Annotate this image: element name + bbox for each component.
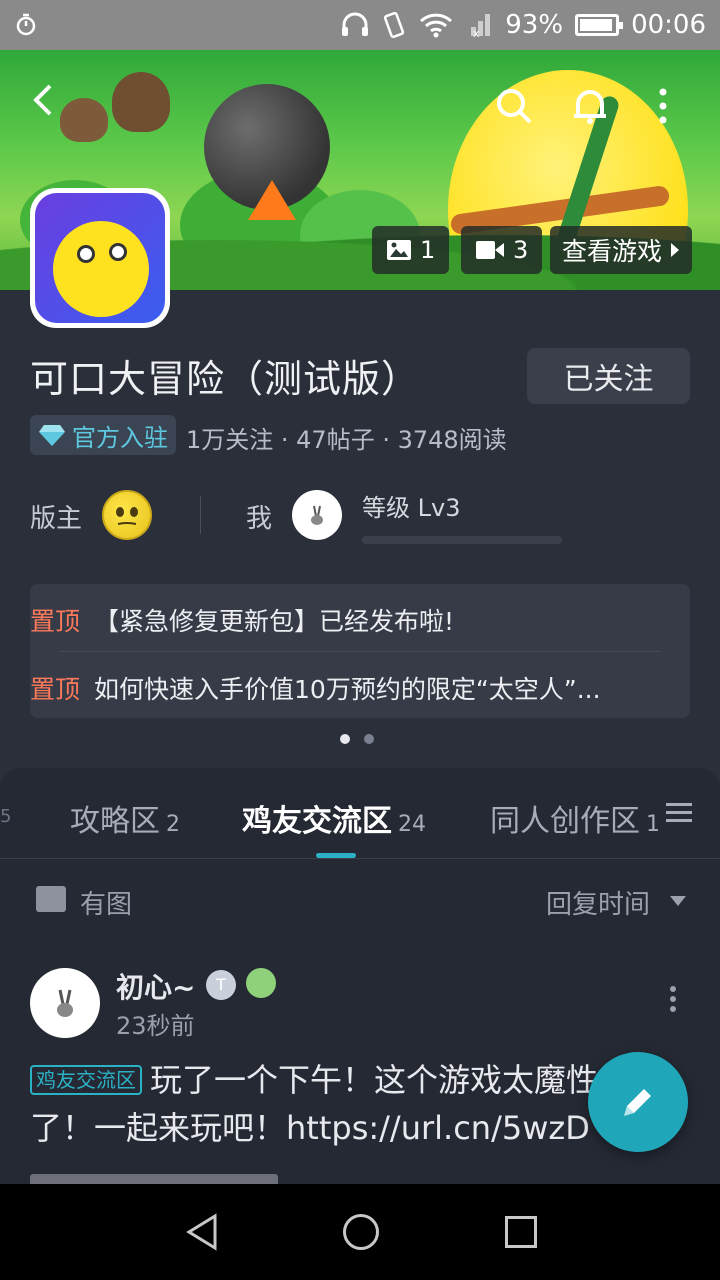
tab-partial-count: 5 xyxy=(0,806,12,827)
me-label: 我 xyxy=(246,504,273,534)
author-title-badge: T xyxy=(206,970,236,1000)
post-author-name[interactable]: 初心~ xyxy=(116,966,195,1006)
carousel-dots xyxy=(340,734,374,744)
post-author-avatar[interactable] xyxy=(30,968,100,1038)
image-filter-label[interactable]: 有图 xyxy=(80,884,132,921)
game-app-icon xyxy=(30,188,170,328)
view-game-label: 查看游戏 xyxy=(562,237,663,266)
pinned-tag: 置顶 xyxy=(30,607,81,636)
game-stats: 1万关注 · 47帖子 · 3748阅读 xyxy=(186,426,507,454)
moderator-divider xyxy=(200,496,201,534)
post-body[interactable]: 鸡友交流区 玩了一个下午！这个游戏太魔性了！一起来玩吧！https://url.c… xyxy=(30,1056,650,1152)
pinned-post-1[interactable]: 置顶 【紧急修复更新包】已经发布啦! xyxy=(30,602,630,638)
tab-menu-icon[interactable] xyxy=(660,798,692,828)
sort-dropdown-icon[interactable] xyxy=(670,896,686,906)
post-time: 23秒前 xyxy=(116,1012,195,1040)
image-icon xyxy=(387,240,411,260)
nav-back-icon[interactable] xyxy=(184,1212,220,1252)
tab-guide[interactable]: 攻略区 2 xyxy=(70,796,180,840)
carousel-dot-active xyxy=(340,734,350,744)
image-filter-icon[interactable] xyxy=(36,886,66,912)
battery-percent: 93% xyxy=(505,10,564,40)
wifi-icon xyxy=(420,13,453,38)
tab-count: 2 xyxy=(166,812,180,837)
post-topic-tag[interactable]: 鸡友交流区 xyxy=(30,1065,142,1095)
compose-post-button[interactable] xyxy=(588,1052,688,1152)
videos-button[interactable]: 3 xyxy=(461,226,543,274)
moderator-label: 版主 xyxy=(30,504,83,534)
battery-icon xyxy=(575,14,624,36)
headphones-icon xyxy=(342,12,369,36)
svg-text:x: x xyxy=(473,27,480,38)
level-progress-bar xyxy=(362,536,562,544)
timer-icon xyxy=(16,13,36,36)
bell-icon[interactable] xyxy=(570,86,610,126)
clock: 00:06 xyxy=(631,10,706,40)
photos-button[interactable]: 1 xyxy=(372,226,450,274)
pinned-divider xyxy=(60,651,660,652)
author-emoji-badge xyxy=(246,968,276,998)
official-badge: 官方入驻 xyxy=(30,415,176,455)
follow-button[interactable]: 已关注 xyxy=(527,348,690,404)
tab-fan-creation[interactable]: 同人创作区 1 xyxy=(490,796,660,840)
photo-count: 1 xyxy=(420,236,436,264)
nav-recents-icon[interactable] xyxy=(505,1216,537,1248)
signal-icon: x xyxy=(471,14,491,38)
video-count: 3 xyxy=(513,236,529,264)
back-icon[interactable] xyxy=(28,80,58,120)
tab-label: 攻略区 xyxy=(70,804,160,839)
status-bar: x 93% 00:06 xyxy=(0,0,720,50)
post-more-icon[interactable] xyxy=(670,986,676,1016)
diamond-icon xyxy=(39,425,65,446)
vibrate-icon xyxy=(384,11,405,39)
tab-divider xyxy=(0,858,720,859)
official-badge-label: 官方入驻 xyxy=(72,423,168,452)
game-title: 可口大冒险（测试版） xyxy=(30,357,421,401)
tab-chat[interactable]: 鸡友交流区 24 xyxy=(242,796,426,840)
tab-label: 鸡友交流区 xyxy=(242,804,392,839)
sort-label[interactable]: 回复时间 xyxy=(546,884,650,921)
user-level: 等级 Lv3 xyxy=(362,494,461,522)
moderator-avatar[interactable] xyxy=(102,490,152,540)
pinned-post-title: 【紧急修复更新包】已经发布啦! xyxy=(94,607,455,636)
video-icon xyxy=(476,241,504,259)
tab-label: 同人创作区 xyxy=(490,804,640,839)
nav-home-icon[interactable] xyxy=(343,1214,379,1250)
caret-right-icon xyxy=(671,243,680,257)
pinned-post-title: 如何快速入手价值10万预约的限定“太空人”... xyxy=(94,675,601,704)
tab-count: 24 xyxy=(398,812,426,837)
tab-count: 1 xyxy=(646,812,660,837)
more-icon[interactable] xyxy=(656,86,670,126)
my-avatar[interactable] xyxy=(292,490,342,540)
search-icon[interactable] xyxy=(494,86,534,126)
carousel-dot xyxy=(364,734,374,744)
pencil-icon xyxy=(624,1089,651,1116)
pinned-tag: 置顶 xyxy=(30,675,81,704)
view-game-button[interactable]: 查看游戏 xyxy=(550,226,693,274)
pinned-post-2[interactable]: 置顶 如何快速入手价值10万预约的限定“太空人”... xyxy=(30,670,630,706)
